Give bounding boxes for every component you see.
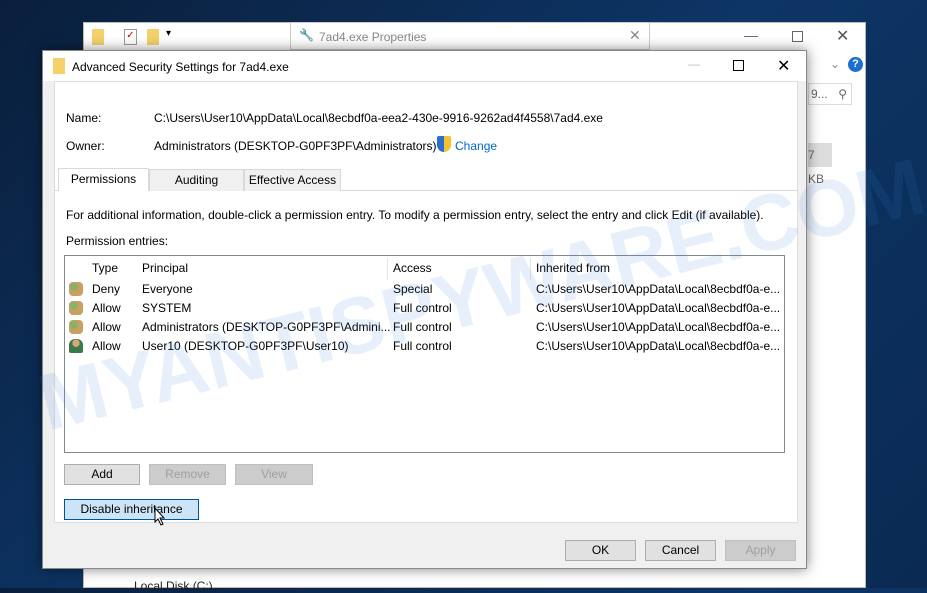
minimize-icon[interactable]: —: [688, 57, 700, 71]
row-access: Full control: [393, 301, 452, 315]
info-text: For additional information, double-click…: [66, 208, 764, 222]
owner-label: Owner:: [66, 139, 105, 153]
wrench-icon: 🔧: [299, 28, 314, 42]
row-principal: User10 (DESKTOP-G0PF3PF\User10): [142, 339, 349, 353]
dialog-title: Advanced Security Settings for 7ad4.exe: [72, 60, 289, 74]
folder-icon: [92, 29, 104, 45]
row-access: Full control: [393, 320, 452, 334]
folder-icon: [53, 58, 65, 74]
minimize-icon[interactable]: —: [744, 27, 758, 43]
search-text: 9...: [811, 87, 828, 101]
tab-effective-access[interactable]: Effective Access: [244, 169, 341, 191]
row-access: Special: [393, 282, 433, 296]
row-type: Allow: [92, 301, 121, 315]
row-type: Allow: [92, 320, 121, 334]
cancel-button[interactable]: Cancel: [645, 540, 716, 561]
maximize-icon[interactable]: [733, 60, 744, 71]
group-icon: [69, 282, 83, 296]
uac-shield-icon: [437, 136, 451, 152]
search-box[interactable]: 9... ⚲: [808, 83, 852, 105]
maximize-icon[interactable]: [792, 31, 803, 42]
row-type: Allow: [92, 339, 121, 353]
properties-title: 7ad4.exe Properties: [319, 30, 427, 44]
column-principal[interactable]: Principal: [142, 259, 188, 278]
nav-local-disk[interactable]: Local Disk (C:): [134, 579, 213, 593]
column-access[interactable]: Access: [393, 259, 432, 278]
owner-value: Administrators (DESKTOP-G0PF3PF\Administ…: [154, 139, 437, 153]
help-icon[interactable]: ?: [848, 57, 863, 72]
properties-icon[interactable]: ✓: [124, 29, 137, 45]
title-bar: Advanced Security Settings for 7ad4.exe …: [43, 51, 806, 81]
apply-button[interactable]: Apply: [725, 540, 796, 561]
table-row[interactable]: Allow Administrators (DESKTOP-G0PF3PF\Ad…: [65, 318, 783, 337]
name-label: Name:: [66, 111, 102, 125]
tab-permissions[interactable]: Permissions: [58, 168, 149, 191]
row-principal: Administrators (DESKTOP-G0PF3PF\Admini..…: [142, 320, 391, 334]
group-icon: [69, 301, 83, 315]
entries-label: Permission entries:: [66, 234, 169, 248]
ok-button[interactable]: OK: [565, 540, 636, 561]
row-inherited: C:\Users\User10\AppData\Local\8ecbdf0a-e…: [536, 320, 781, 334]
name-value: C:\Users\User10\AppData\Local\8ecbdf0a-e…: [154, 111, 603, 125]
row-access: Full control: [393, 339, 452, 353]
add-button[interactable]: Add: [64, 464, 140, 485]
row-type: Deny: [92, 282, 121, 296]
new-folder-icon[interactable]: [147, 29, 159, 45]
file-size: 7 KB: [808, 143, 832, 186]
row-principal: Everyone: [142, 282, 193, 296]
quick-access-dropdown-icon[interactable]: ▾: [166, 28, 171, 39]
permission-entries-list[interactable]: Type Principal Access Inherited from Den…: [64, 255, 785, 453]
column-inherited-from[interactable]: Inherited from: [536, 259, 610, 278]
list-header: Type Principal Access Inherited from: [65, 258, 783, 280]
user-icon: [69, 339, 83, 353]
tab-auditing[interactable]: Auditing: [149, 169, 244, 191]
close-icon[interactable]: ✕: [836, 26, 849, 46]
row-principal: SYSTEM: [142, 301, 192, 315]
change-owner-link[interactable]: Change: [455, 139, 497, 153]
disable-inheritance-button[interactable]: Disable inheritance: [64, 499, 199, 520]
group-icon: [69, 320, 83, 334]
column-type[interactable]: Type: [92, 259, 118, 278]
table-row[interactable]: Deny Everyone Special C:\Users\User10\Ap…: [65, 280, 783, 299]
remove-button[interactable]: Remove: [149, 464, 226, 485]
table-row[interactable]: Allow SYSTEM Full control C:\Users\User1…: [65, 299, 783, 318]
mouse-cursor-icon: [154, 507, 166, 526]
close-icon[interactable]: ✕: [777, 56, 790, 76]
table-row[interactable]: Allow User10 (DESKTOP-G0PF3PF\User10) Fu…: [65, 337, 783, 356]
row-inherited: C:\Users\User10\AppData\Local\8ecbdf0a-e…: [536, 339, 781, 353]
row-inherited: C:\Users\User10\AppData\Local\8ecbdf0a-e…: [536, 282, 781, 296]
advanced-security-dialog: Advanced Security Settings for 7ad4.exe …: [42, 50, 807, 569]
close-icon[interactable]: ✕: [629, 27, 641, 44]
search-icon: ⚲: [838, 87, 847, 101]
chevron-down-icon[interactable]: ⌄: [830, 57, 840, 71]
properties-window: 🔧 7ad4.exe Properties ✕: [290, 22, 650, 50]
row-inherited: C:\Users\User10\AppData\Local\8ecbdf0a-e…: [536, 301, 781, 315]
view-button[interactable]: View: [235, 464, 313, 485]
